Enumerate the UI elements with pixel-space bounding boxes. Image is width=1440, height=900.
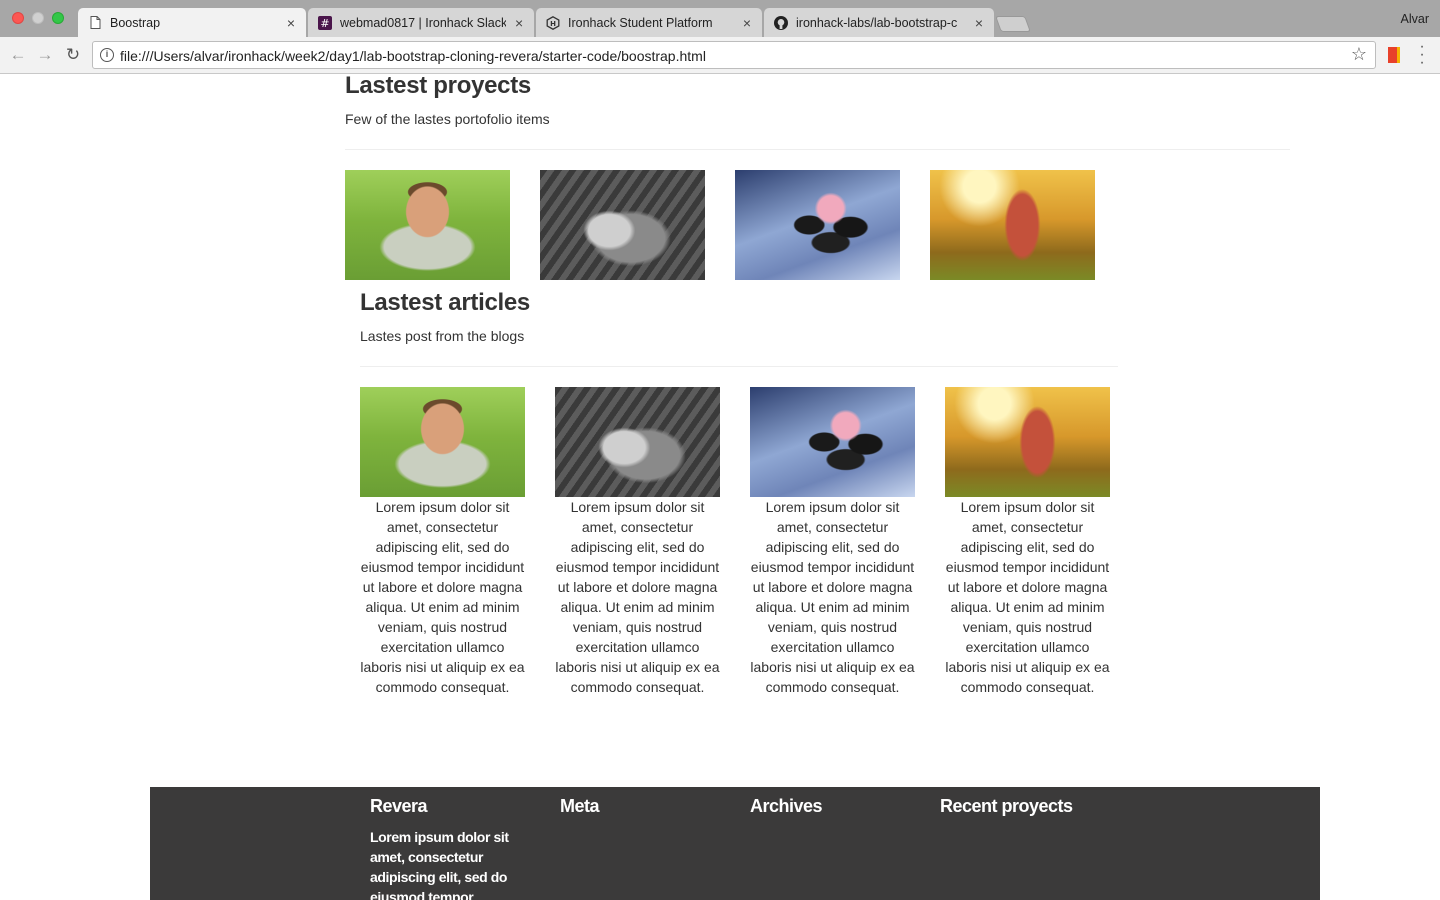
close-tab-icon[interactable]: × xyxy=(512,15,526,31)
ironhack-icon: H xyxy=(546,15,560,30)
browser-menu-icon[interactable]: · · · xyxy=(1415,39,1429,71)
bookmark-star-icon[interactable]: ☆ xyxy=(1351,44,1367,65)
svg-text:#: # xyxy=(320,17,329,30)
url-text[interactable]: file:///Users/alvar/ironhack/week2/day1/… xyxy=(120,48,706,64)
footer-heading-archives: Archives xyxy=(750,796,823,816)
girl-in-sunlight-photo[interactable] xyxy=(945,387,1110,497)
github-icon xyxy=(774,15,788,30)
article-text: Lorem ipsum dolor sit amet, consectetur … xyxy=(750,499,915,695)
close-window-button[interactable] xyxy=(12,12,24,24)
pushup-man-photo[interactable] xyxy=(345,170,510,280)
new-tab-button[interactable] xyxy=(995,16,1031,32)
articles-subtitle: Lastes post from the blogs xyxy=(360,328,525,344)
close-tab-icon[interactable]: × xyxy=(972,15,986,31)
minimize-window-button[interactable] xyxy=(32,12,44,24)
article-text: Lorem ipsum dolor sit amet, consectetur … xyxy=(555,499,720,695)
tab-title: ironhack-labs/lab-bootstrap-c xyxy=(796,15,958,30)
tab-boostrap[interactable]: Boostrap × xyxy=(78,8,306,37)
address-bar[interactable]: i file:///Users/alvar/ironhack/week2/day… xyxy=(92,41,1376,69)
footer-heading-recent-proyects: Recent proyects xyxy=(940,796,1073,816)
kitten-photo[interactable] xyxy=(540,170,705,280)
projects-title: Lastest proyects xyxy=(345,72,531,99)
article-text: Lorem ipsum dolor sit amet, consectetur … xyxy=(360,499,525,695)
back-arrow-icon[interactable]: ← xyxy=(7,44,29,66)
close-tab-icon[interactable]: × xyxy=(284,15,298,31)
tab-strip: Boostrap × # webmad0817 | Ironhack Slack… xyxy=(0,0,1440,37)
footer-heading-meta: Meta xyxy=(560,796,600,816)
info-icon[interactable]: i xyxy=(100,48,114,62)
reload-icon[interactable]: ↻ xyxy=(62,44,84,66)
projects-divider xyxy=(345,149,1290,150)
tab-slack[interactable]: # webmad0817 | Ironhack Slack × xyxy=(308,8,534,37)
forward-arrow-icon[interactable]: → xyxy=(34,44,56,66)
footer-revera-text: Lorem ipsum dolor sit amet, consectetur … xyxy=(370,829,509,900)
tab-title: Ironhack Student Platform xyxy=(568,15,713,30)
rose-on-stones-photo[interactable] xyxy=(735,170,900,280)
rose-on-stones-photo[interactable] xyxy=(750,387,915,497)
articles-title: Lastest articles xyxy=(360,289,530,316)
slack-hash-icon: # xyxy=(318,15,332,30)
page-icon xyxy=(88,16,102,30)
extension-icon[interactable] xyxy=(1388,47,1400,63)
kitten-photo[interactable] xyxy=(555,387,720,497)
close-tab-icon[interactable]: × xyxy=(740,15,754,31)
browser-toolbar: ← → ↻ i file:///Users/alvar/ironhack/wee… xyxy=(0,37,1440,74)
footer: Revera Meta Archives Recent proyects Lor… xyxy=(150,787,1320,900)
girl-in-sunlight-photo[interactable] xyxy=(930,170,1095,280)
tab-title: Boostrap xyxy=(110,15,161,30)
tab-github[interactable]: ironhack-labs/lab-bootstrap-c × xyxy=(764,8,994,37)
tab-ironhack-platform[interactable]: H Ironhack Student Platform × xyxy=(536,8,762,37)
page-content: Lastest proyects Few of the lastes porto… xyxy=(0,72,1440,900)
tab-title: webmad0817 | Ironhack Slack xyxy=(340,15,507,30)
svg-text:H: H xyxy=(550,20,556,28)
pushup-man-photo[interactable] xyxy=(360,387,525,497)
maximize-window-button[interactable] xyxy=(52,12,64,24)
profile-name[interactable]: Alvar xyxy=(1401,12,1429,26)
article-text: Lorem ipsum dolor sit amet, consectetur … xyxy=(945,499,1110,695)
articles-divider xyxy=(360,366,1118,367)
footer-heading-revera: Revera xyxy=(370,796,428,816)
projects-subtitle: Few of the lastes portofolio items xyxy=(345,111,550,127)
